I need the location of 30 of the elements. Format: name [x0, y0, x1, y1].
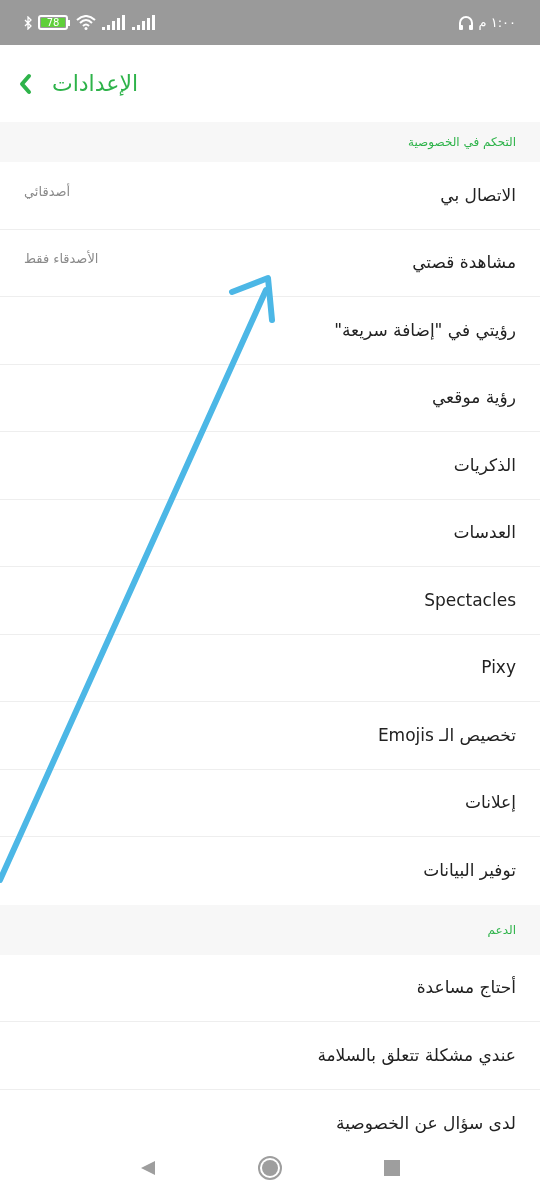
signal-icon	[102, 15, 126, 30]
home-icon[interactable]	[257, 1154, 283, 1181]
page-title: الإعدادات	[52, 70, 139, 98]
recents-icon[interactable]	[383, 1158, 401, 1177]
row-label[interactable]: تخصيص الـ Emojis	[377, 722, 516, 748]
row-label[interactable]: Spectacles	[424, 587, 516, 613]
row-label[interactable]: العدسات	[453, 520, 516, 546]
row-label[interactable]: Pixy	[481, 655, 516, 681]
back-icon[interactable]	[139, 1158, 157, 1177]
wifi-icon	[76, 15, 96, 30]
row-label[interactable]: رؤية موقعي	[431, 385, 516, 411]
back-chevron-icon[interactable]	[18, 72, 32, 95]
row-value: أصدقائي	[24, 182, 71, 201]
row-value: الأصدقاء فقط	[24, 249, 99, 268]
row-label[interactable]: عندي مشكلة تتعلق بالسلامة	[317, 1042, 516, 1068]
battery-level: 78	[46, 17, 60, 28]
section-header: الدعم	[487, 921, 516, 939]
bluetooth-icon	[24, 15, 32, 30]
clock-time: ١:٠٠ م	[478, 13, 516, 32]
row-label[interactable]: أحتاج مساعدة	[416, 975, 516, 1001]
signal-icon	[132, 15, 156, 30]
section-header: التحكم في الخصوصية	[408, 134, 516, 151]
headphones-icon	[458, 14, 475, 31]
row-label[interactable]: لدى سؤال عن الخصوصية	[336, 1110, 516, 1135]
row-label[interactable]: إعلانات	[465, 790, 516, 816]
row-label[interactable]: توفير البيانات	[423, 858, 516, 884]
row-label[interactable]: الذكريات	[453, 452, 516, 478]
row-label[interactable]: رؤيتي في "إضافة سريعة"	[334, 317, 516, 343]
row-label[interactable]: مشاهدة قصتي	[412, 250, 516, 276]
row-label[interactable]: الاتصال بي	[440, 182, 516, 208]
